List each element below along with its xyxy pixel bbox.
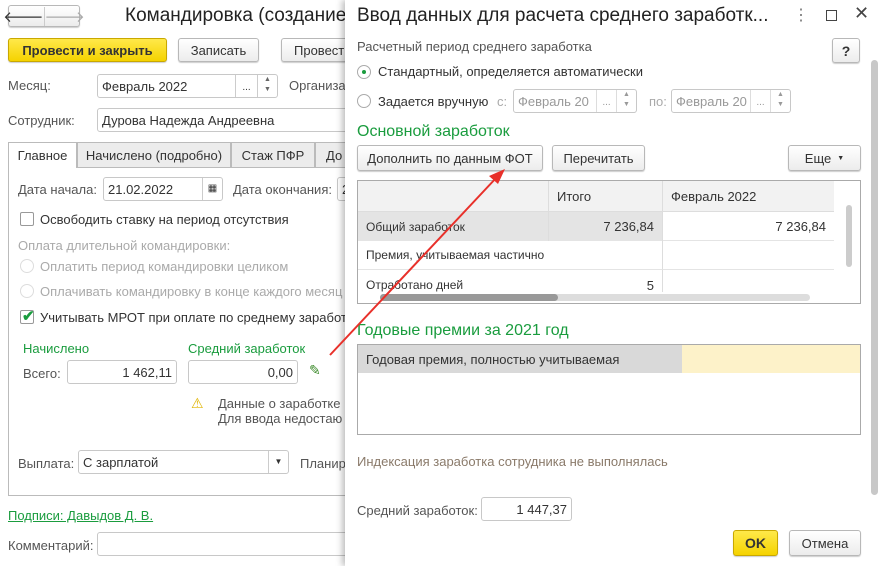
arrow-line <box>329 176 498 356</box>
annotation-arrow <box>329 169 505 356</box>
